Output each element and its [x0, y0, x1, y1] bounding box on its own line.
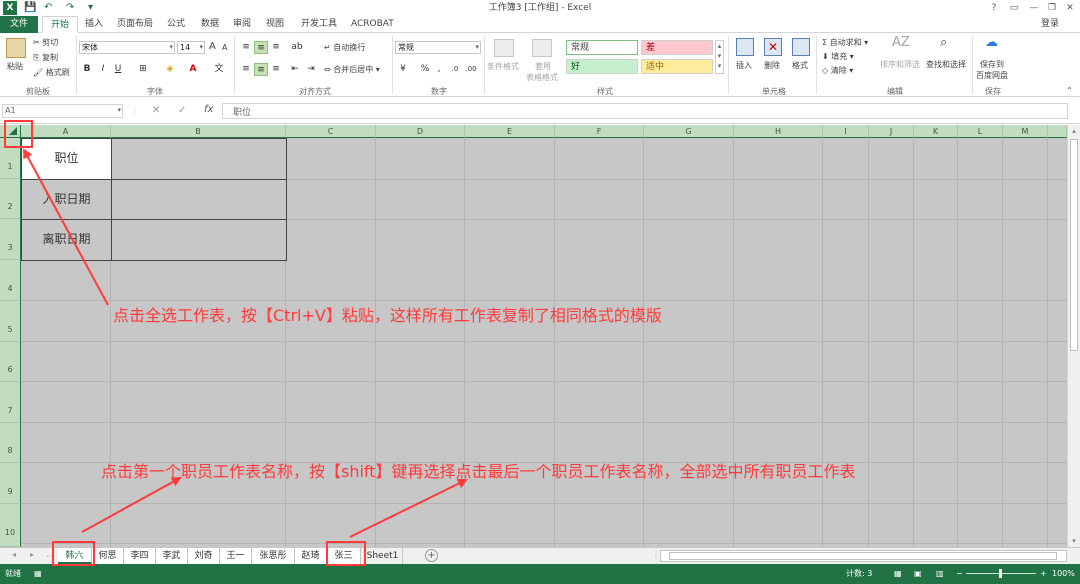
arrow-to-select-all: [23, 148, 109, 306]
annotation-text-bottom: 点击第一个职员工作表名称，按【shift】键再选择点击最后一个职员工作表名称，全…: [101, 462, 856, 481]
arrow-from-first-sheet: [81, 477, 182, 533]
arrow-from-last-sheet: [349, 479, 468, 538]
annotation-text-top: 点击全选工作表，按【Ctrl+V】粘贴，这样所有工作表复制了相同格式的模版: [113, 306, 662, 325]
annotation-arrows: [23, 148, 468, 538]
